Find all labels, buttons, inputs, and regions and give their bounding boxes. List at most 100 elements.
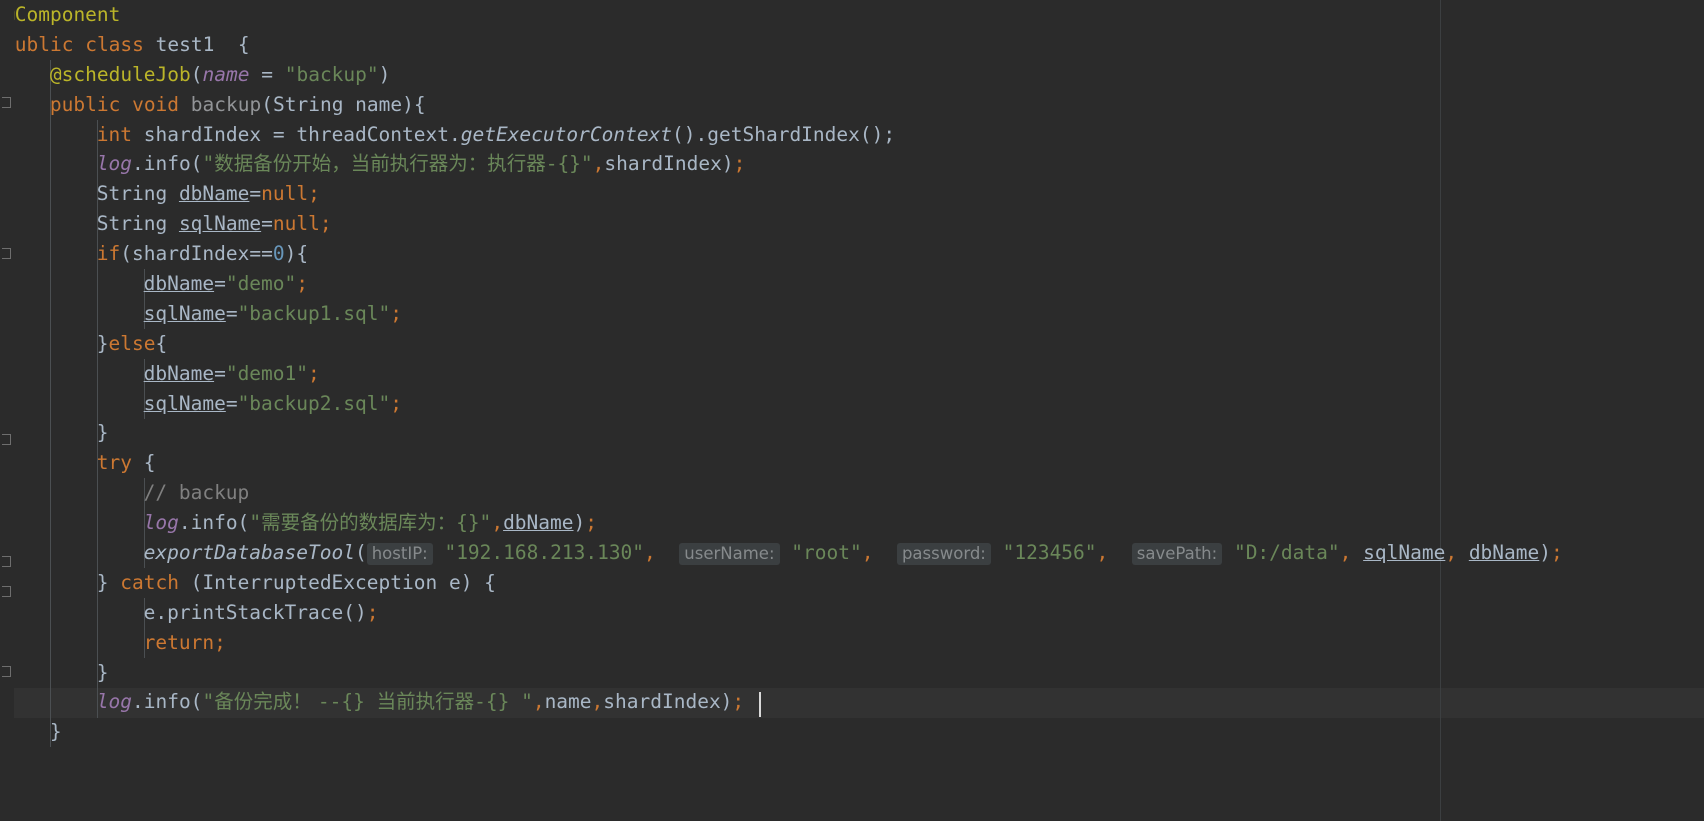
code-content[interactable]: @Component public class test1 {@scheduleJ… [0,0,1704,747]
code-token-plain: .info( [178,511,250,535]
code-line[interactable]: sqlName="backup2.sql"; [0,389,1704,419]
code-token-str: "demo1" [225,361,309,385]
code-line[interactable]: public class test1 { [0,30,1704,60]
code-token-str: "backup1.sql" [237,301,391,325]
code-token-plain: .info( [131,690,203,714]
code-token-plain: .info( [131,152,203,176]
code-token-ann: @Component [3,3,121,26]
code-token-str: -{} " [474,690,533,714]
code-token-plain: { [155,331,168,355]
code-token-kw: void [132,92,180,116]
code-token-plain: ) [573,511,586,535]
code-line[interactable]: dbName="demo1"; [0,359,1704,389]
code-fold-marker[interactable] [2,666,11,677]
code-line[interactable]: } [0,717,1704,747]
code-line[interactable]: int shardIndex = threadContext.getExecut… [0,120,1704,150]
code-line[interactable]: @scheduleJob(name = "backup") [0,60,1704,90]
code-line[interactable]: log.info("数据备份开始，当前执行器为：执行器-{}",shardInd… [0,149,1704,179]
code-token-plain: ){ [284,242,309,266]
code-token-str: "192.168.213.130" [444,541,645,565]
code-token-plain: (shardIndex== [120,242,273,266]
code-line[interactable]: exportDatabaseTool(hostIP: "192.168.213.… [0,538,1704,568]
code-fold-marker[interactable] [2,586,11,597]
code-token-str: "123456" [1002,541,1097,565]
code-token-sep: ; [319,212,332,236]
code-line[interactable]: dbName="demo"; [0,269,1704,299]
code-token-field: name [202,62,250,86]
code-line[interactable]: } [0,418,1704,448]
code-line[interactable]: String dbName=null; [0,179,1704,209]
code-fold-marker[interactable] [2,556,11,567]
code-token-local: sqlName [143,301,226,325]
code-fold-marker[interactable] [2,97,11,108]
code-token-sep: ; [733,152,746,176]
code-token-plain: } [96,421,109,445]
editor-gutter[interactable] [0,0,14,821]
code-line[interactable]: } [0,658,1704,688]
code-line[interactable]: }else{ [0,329,1704,359]
code-fold-marker[interactable] [2,248,11,259]
code-token-kw: catch [120,570,179,594]
code-token-kw: null [272,212,320,236]
code-token-str: "demo" [225,272,297,296]
code-line[interactable]: @Component [0,0,1704,30]
code-token-plain: } [49,720,62,744]
parameter-hint[interactable]: userName: [679,543,780,566]
code-token-local: dbName [1468,541,1540,565]
code-token-plain: String [96,182,179,206]
code-line[interactable]: // backup [0,478,1704,508]
code-token-plain: = [261,212,273,236]
code-line[interactable]: log.info("需要备份的数据库为：{}",dbName); [0,508,1704,538]
parameter-hint[interactable]: savePath: [1131,543,1223,566]
code-token-field: log [143,511,179,535]
code-line[interactable]: sqlName="backup1.sql"; [0,299,1704,329]
code-token-sep: ; [296,272,309,296]
code-token-num: 0 [272,242,285,266]
code-token-str: "D:/data" [1233,541,1340,565]
code-fold-marker[interactable] [2,434,11,445]
code-token-kw: return [143,630,215,654]
code-line[interactable]: e.printStackTrace(); [0,598,1704,628]
code-line[interactable]: String sqlName=null; [0,209,1704,239]
code-token-sep: ; [308,361,320,385]
code-token-sep: ; [1551,541,1563,565]
code-token-str: -{}" [545,152,593,176]
code-token-plain: = [214,361,226,385]
code-token-cjk: 数据备份开始，当前执行器为：执行器 [214,152,546,176]
code-token-local: sqlName [143,391,226,415]
code-token-local: dbName [178,182,250,206]
parameter-hint[interactable]: hostIP: [366,543,433,566]
code-token-kw: int [96,122,132,146]
code-token-local: sqlName [178,212,262,236]
code-token-str: " [202,690,215,714]
code-line[interactable]: } catch (InterruptedException e) { [0,568,1704,598]
code-editor[interactable]: @Component public class test1 {@scheduleJ… [0,0,1704,821]
code-token-str: "backup2.sql" [237,391,391,415]
code-line[interactable]: if(shardIndex==0){ [0,239,1704,269]
code-token-italicm: getExecutorContext [460,122,673,146]
code-token-sep: , [1445,541,1458,565]
code-line[interactable]: try { [0,448,1704,478]
code-line[interactable]: return; [0,628,1704,658]
code-token-str: {}" [456,511,492,535]
code-token-plain: } [96,660,109,684]
code-line[interactable]: public void backup(String name){ [0,90,1704,120]
code-token-plain: String [96,212,179,236]
code-token-plain: shardIndex) [603,690,733,714]
code-token-sep: , [861,541,874,565]
code-token-plain: = [225,301,238,325]
code-token-plain: = [225,391,238,415]
code-token-plain: } [96,331,109,355]
code-token-plain: name [544,690,592,714]
code-token-local: dbName [143,361,215,385]
code-token-plain: (InterruptedException e) { [178,570,496,594]
code-token-cjk: 备份完成！ [214,690,318,714]
parameter-hint[interactable]: password: [896,543,991,566]
text-caret [759,692,761,717]
code-line[interactable]: log.info("备份完成！ --{} 当前执行器-{} ",name,sha… [0,687,1704,717]
code-token-str: "root" [791,541,862,565]
